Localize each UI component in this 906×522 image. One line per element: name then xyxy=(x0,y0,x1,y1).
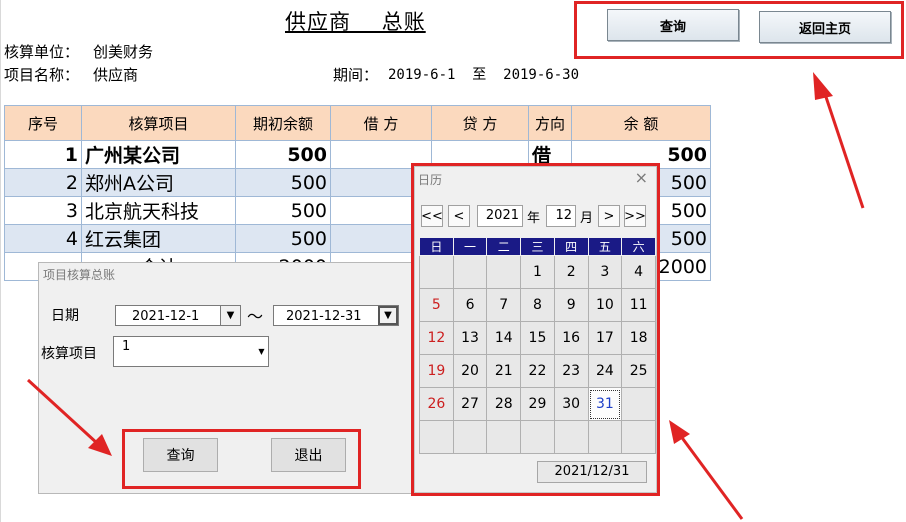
annotation-arrows xyxy=(26,72,865,520)
arrow-icon xyxy=(669,420,744,520)
arrow-icon xyxy=(813,72,865,209)
arrow-icon xyxy=(26,378,112,456)
